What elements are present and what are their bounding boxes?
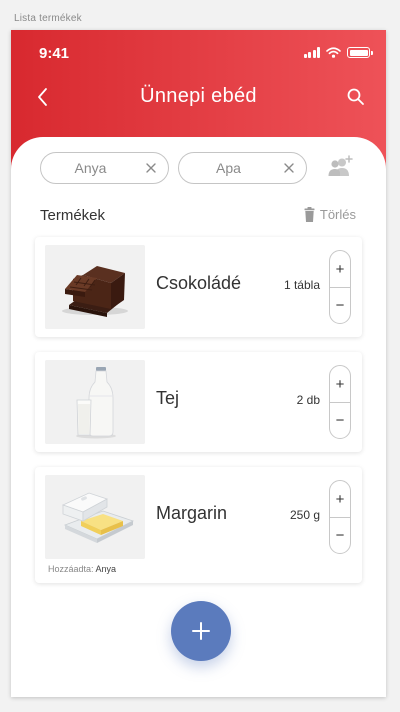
decrease-button[interactable]: −: [330, 287, 350, 323]
item-name: Csokoládé: [156, 273, 242, 293]
member-chip-anya[interactable]: Anya: [40, 152, 169, 184]
added-by-label: Hozzáadta:: [48, 564, 94, 574]
section-title: Termékek: [40, 207, 106, 224]
list-item[interactable]: Margarin 250 g + − Hozzáadta: Anya: [35, 467, 362, 583]
item-name: Tej: [156, 388, 180, 408]
phone-screen: 9:41 Ünnepi ebéd Anya Apa Termékek Törlé…: [11, 30, 386, 697]
search-button[interactable]: [346, 87, 366, 107]
nav-bar: Ünnepi ebéd: [11, 76, 386, 118]
margarine-image: [45, 475, 145, 559]
added-by: Hozzáadta: Anya: [48, 564, 116, 574]
increase-button[interactable]: +: [330, 366, 350, 402]
decrease-button[interactable]: −: [330, 402, 350, 438]
increase-button[interactable]: +: [330, 251, 350, 287]
chocolate-image: [45, 245, 145, 329]
milk-image: [45, 360, 145, 444]
search-icon: [347, 88, 364, 105]
quantity-stepper: + −: [329, 250, 351, 324]
decrease-button[interactable]: −: [330, 517, 350, 553]
member-chip-label: Apa: [216, 160, 241, 176]
add-member-button[interactable]: [325, 153, 355, 183]
increase-button[interactable]: +: [330, 481, 350, 517]
signal-icon: [303, 47, 320, 58]
status-icons: [303, 47, 373, 58]
add-user-icon: [328, 155, 353, 176]
item-quantity: 2 db: [296, 393, 320, 407]
delete-label: Törlés: [319, 207, 356, 222]
member-chip-apa[interactable]: Apa: [178, 152, 307, 184]
quantity-stepper: + −: [329, 365, 351, 439]
artboard-label: Lista termékek: [14, 13, 82, 24]
page-title: Ünnepi ebéd: [140, 85, 257, 107]
item-name: Margarin: [156, 503, 228, 523]
quantity-stepper: + −: [329, 480, 351, 554]
close-icon[interactable]: [144, 161, 158, 175]
member-chip-label: Anya: [74, 160, 107, 176]
add-item-button[interactable]: [171, 601, 231, 661]
delete-button[interactable]: Törlés: [304, 207, 356, 222]
trash-icon: [304, 207, 315, 222]
item-quantity: 250 g: [289, 508, 320, 522]
list-item[interactable]: Tej 2 db + −: [35, 352, 362, 452]
plus-icon: [192, 622, 210, 640]
wifi-icon: [326, 47, 341, 58]
status-bar: 9:41: [11, 30, 386, 74]
list-item[interactable]: Csokoládé 1 tábla + −: [35, 237, 362, 337]
close-icon[interactable]: [282, 161, 296, 175]
battery-icon: [347, 47, 373, 58]
item-quantity: 1 tábla: [283, 278, 320, 292]
added-by-name: Anya: [95, 564, 117, 574]
status-time: 9:41: [39, 45, 70, 62]
